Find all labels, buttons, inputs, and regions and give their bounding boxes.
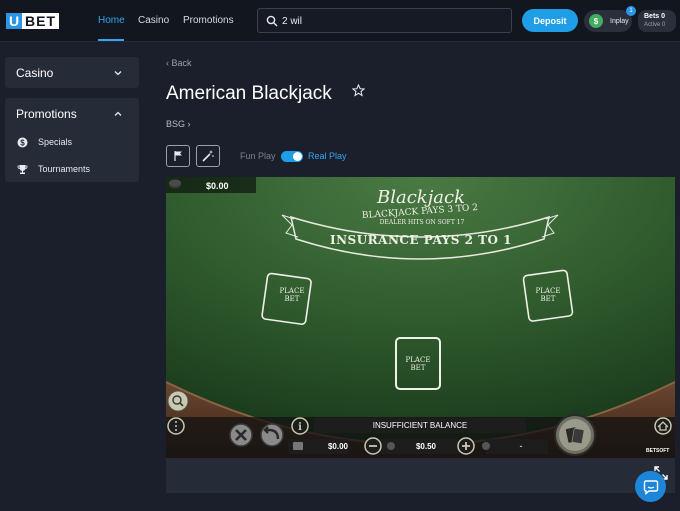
sidebar-item-label: Specials [38, 137, 73, 147]
betsoft-logo: BETSOFT [646, 448, 670, 454]
chevron-right-icon: › [185, 119, 191, 129]
place-bet-right-label: PLACE BET [526, 287, 570, 303]
game-frame[interactable]: i $0.00 Blackjack BLACKJACK PAYS 3 TO 2 … [166, 177, 675, 458]
place-text: PLACE [279, 287, 305, 295]
svg-text:$: $ [20, 138, 25, 147]
provider-link[interactable]: BSG › [166, 119, 191, 129]
fun-play-label[interactable]: Fun Play [240, 151, 276, 161]
chevron-down-icon [114, 71, 122, 76]
insurance-banner-text: INSURANCE PAYS 2 TO 1 [329, 233, 513, 247]
game-footer-bar [166, 458, 675, 493]
svg-text:i: i [298, 422, 302, 433]
page-title: American Blackjack [166, 83, 332, 104]
inplay-button[interactable]: $ Inplay [584, 10, 632, 32]
bets-active-count: Active 0 [644, 22, 666, 28]
back-label: Back [171, 58, 192, 68]
inplay-label: Inplay [610, 17, 629, 25]
bets-button[interactable]: Bets 0 Active 0 [638, 10, 676, 32]
status-message: INSUFFICIENT BALANCE [372, 421, 468, 430]
nav-promotions[interactable]: Promotions [183, 15, 234, 26]
sidebar-item-tournaments[interactable]: Tournaments [16, 163, 90, 175]
logo-text: BET [22, 13, 59, 29]
toggle-knob [293, 152, 302, 161]
place-bet-left-label: PLACE BET [270, 287, 314, 303]
ubet-logo[interactable]: U BET [6, 13, 59, 29]
sidebar-item-specials[interactable]: $ Specials [16, 136, 72, 148]
dollar-icon: $ [589, 14, 603, 28]
top-navigation-bar: U BET Home Casino Promotions Deposit $ I… [0, 0, 680, 42]
magic-button[interactable] [196, 145, 220, 167]
balance-value: $0.00 [327, 442, 348, 451]
bets-label: Bets 0 [644, 13, 666, 20]
dollar-circle-icon: $ [16, 136, 28, 148]
search-input[interactable] [282, 13, 502, 29]
sidebar-promotions-label[interactable]: Promotions [16, 107, 77, 121]
provider-label: BSG [166, 119, 186, 129]
nav-active-indicator [98, 39, 124, 41]
back-link[interactable]: ‹ Back [166, 58, 192, 68]
chevron-up-icon[interactable] [113, 109, 123, 119]
rule-dealer-hits: DEALER HITS ON SOFT 17 [379, 219, 465, 226]
deposit-button[interactable]: Deposit [522, 9, 578, 32]
bet-text: BET [410, 364, 426, 372]
nav-home[interactable]: Home [98, 15, 125, 26]
logo-letter: U [6, 13, 22, 29]
search-box[interactable] [257, 8, 512, 33]
top-balance: $0.00 [206, 181, 229, 191]
bet-text: BET [284, 295, 300, 303]
search-icon [266, 15, 278, 27]
trophy-icon [16, 163, 28, 175]
chat-button[interactable] [635, 471, 666, 502]
flag-icon [174, 151, 182, 161]
place-text: PLACE [405, 356, 431, 364]
star-icon[interactable] [352, 84, 365, 97]
chat-icon [643, 479, 658, 495]
real-play-label[interactable]: Real Play [308, 151, 347, 161]
place-text: PLACE [535, 287, 561, 295]
magic-wand-icon [202, 150, 214, 162]
inplay-count-badge: 1 [626, 6, 636, 16]
bet-text: BET [540, 295, 556, 303]
bet-amount: $0.50 [415, 442, 437, 451]
flag-button[interactable] [166, 145, 190, 167]
sidebar-casino-label: Casino [16, 66, 54, 80]
play-mode-toggle[interactable] [281, 151, 303, 162]
nav-casino[interactable]: Casino [138, 15, 169, 26]
sidebar-item-label: Tournaments [38, 164, 91, 174]
side-bet-value: - [519, 441, 523, 451]
place-bet-center-label: PLACE BET [396, 356, 440, 372]
sidebar-promotions-section: Promotions $ Specials Tournaments [5, 98, 139, 182]
sidebar-casino-section[interactable]: Casino [5, 57, 139, 88]
